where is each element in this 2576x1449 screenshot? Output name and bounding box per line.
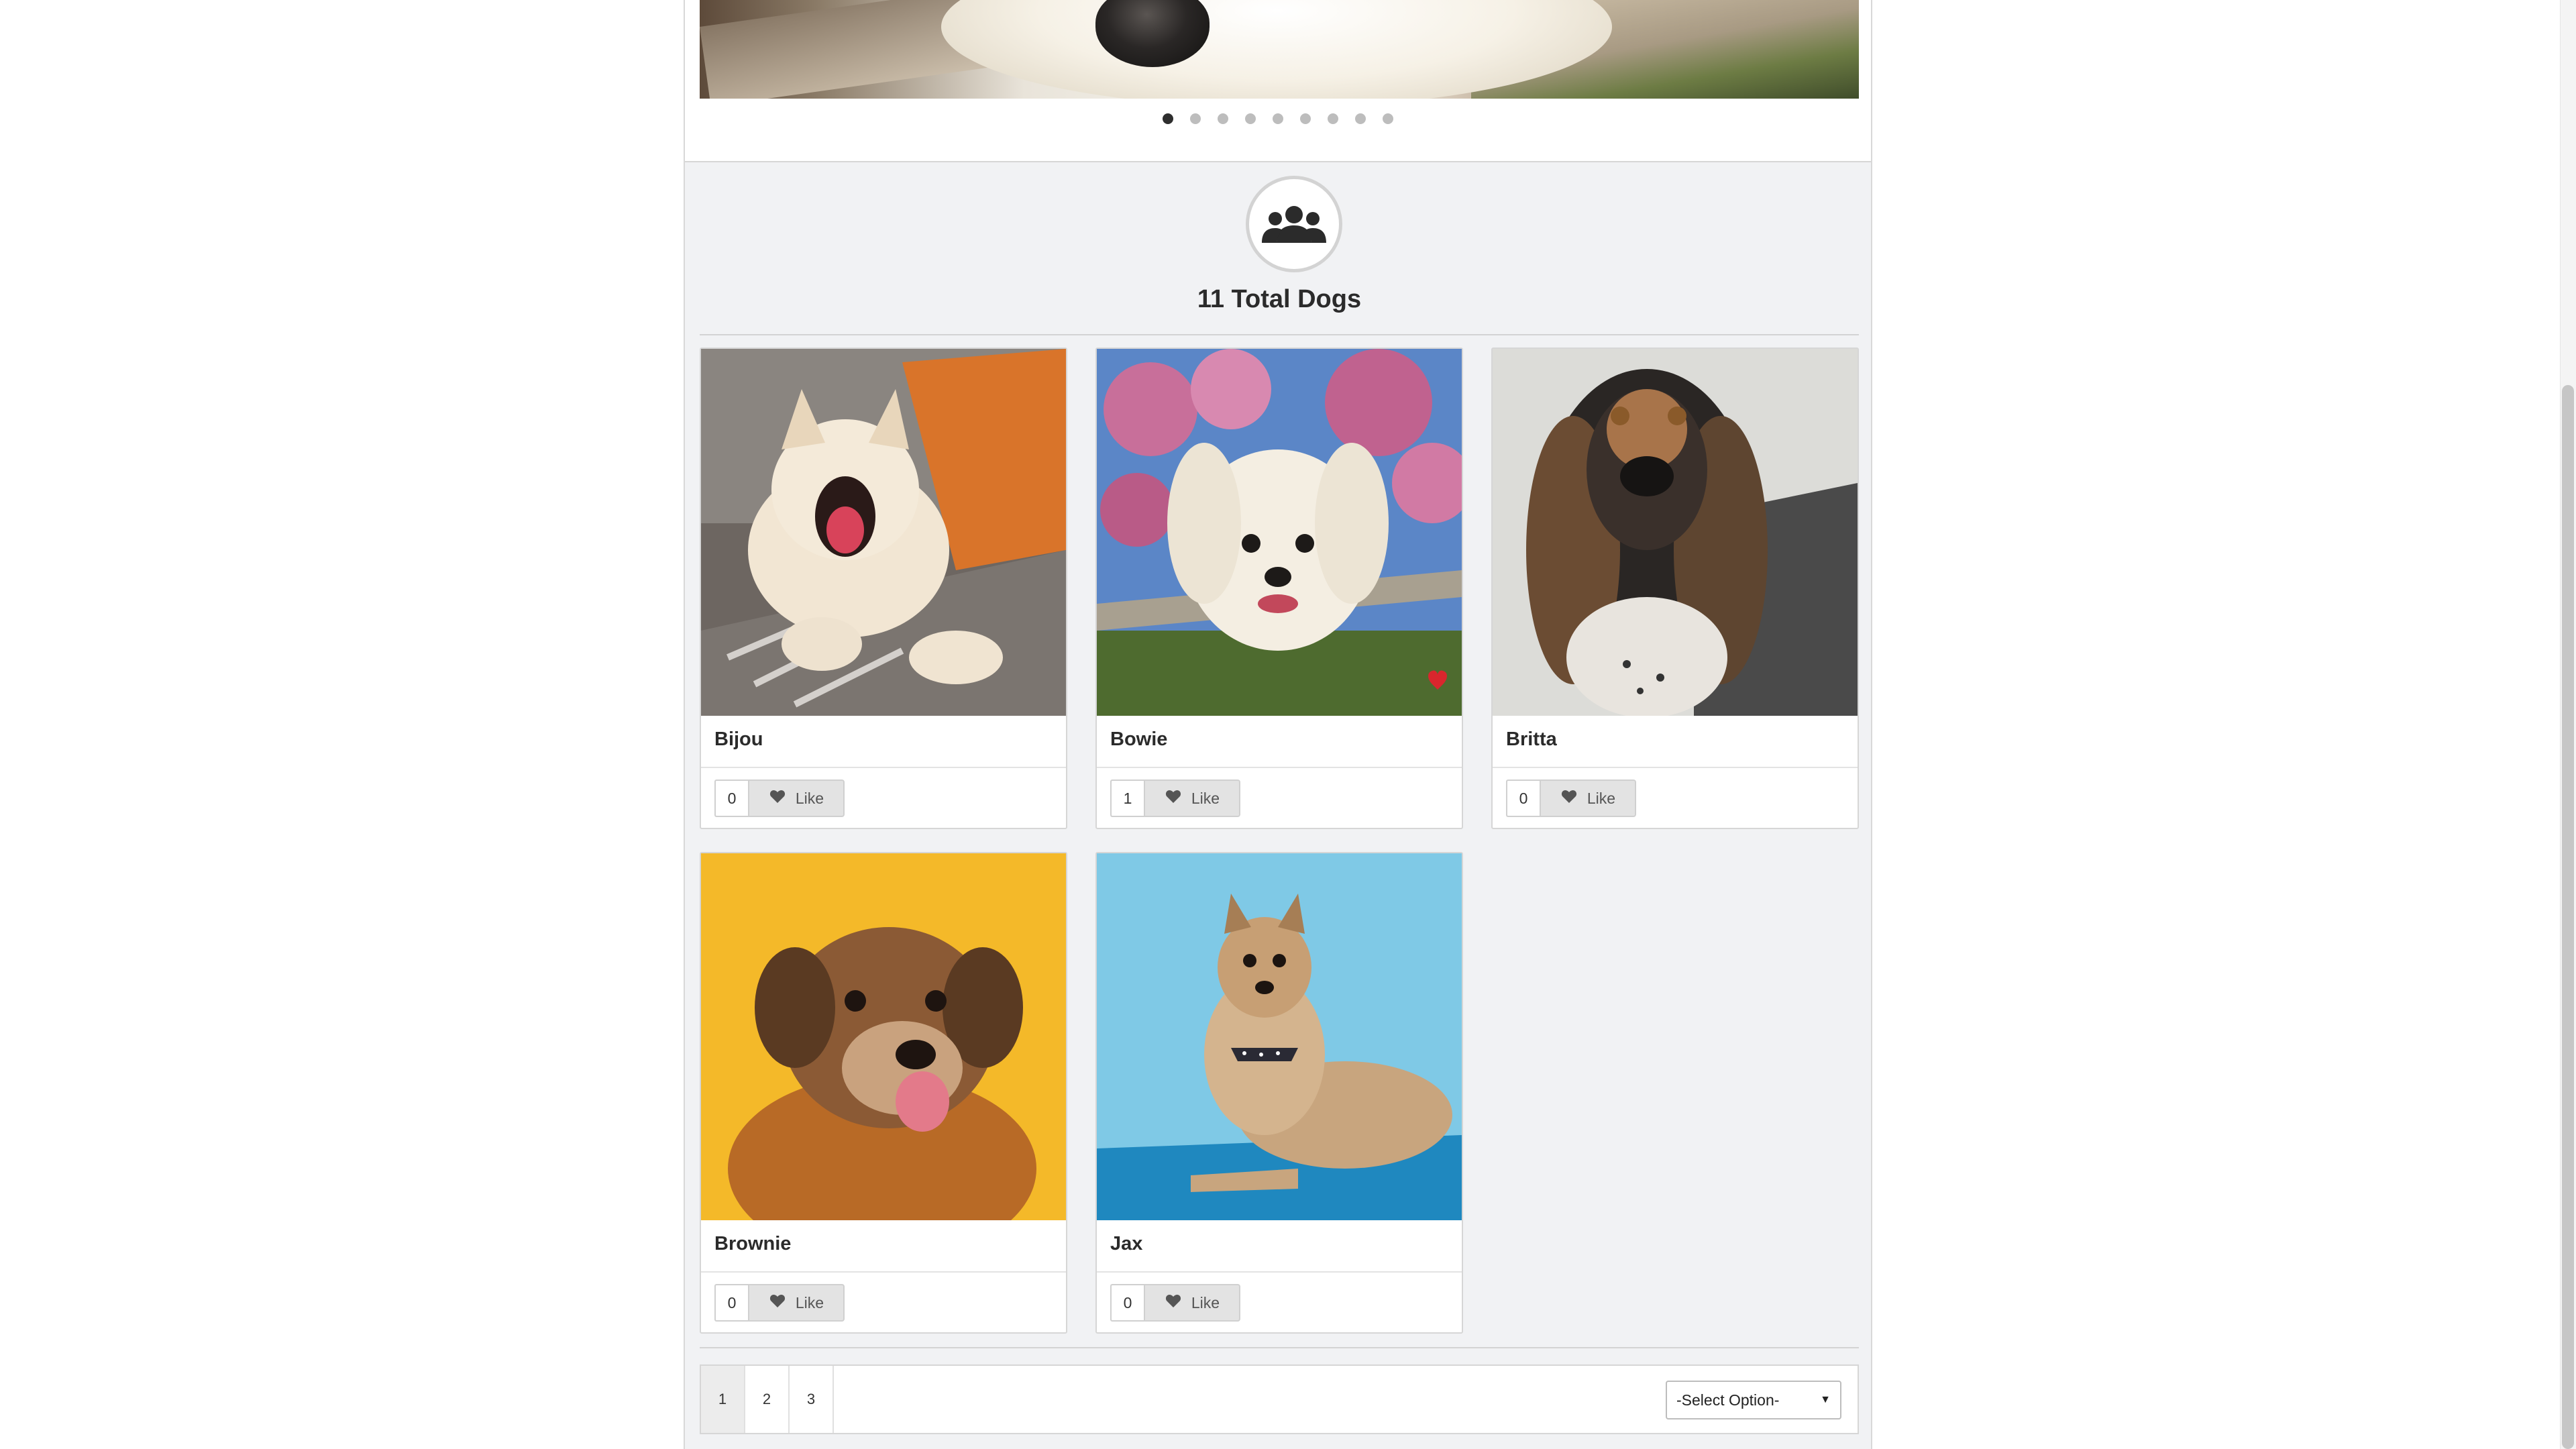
like-button[interactable]: Like xyxy=(1144,780,1240,817)
carousel-dot[interactable] xyxy=(1273,113,1283,124)
dog-photo[interactable] xyxy=(1097,853,1462,1220)
total-dogs-header: 11 Total Dogs xyxy=(700,161,1859,335)
scrollbar-thumb[interactable] xyxy=(2562,385,2574,1449)
like-label: Like xyxy=(795,789,824,807)
carousel-dot[interactable] xyxy=(1328,113,1338,124)
heart-icon xyxy=(1165,1293,1182,1312)
dog-photo[interactable] xyxy=(701,349,1066,716)
like-label: Like xyxy=(1191,789,1220,807)
like-button[interactable]: Like xyxy=(748,1284,845,1322)
like-control: 1 Like xyxy=(1110,780,1240,817)
like-count: 1 xyxy=(1110,780,1144,817)
dog-card[interactable]: Brownie 0 Like xyxy=(700,852,1067,1334)
users-group-icon xyxy=(1246,176,1342,272)
photo-carousel[interactable] xyxy=(685,0,1871,162)
carousel-dot[interactable] xyxy=(1245,113,1256,124)
dog-name: Britta xyxy=(1506,729,1557,750)
carousel-dot[interactable] xyxy=(1190,113,1201,124)
carousel-slide-image xyxy=(700,0,1859,99)
divider xyxy=(700,1347,1859,1348)
heart-icon xyxy=(769,789,786,808)
like-label: Like xyxy=(1191,1293,1220,1311)
like-count: 0 xyxy=(1110,1284,1144,1322)
page-link-3[interactable]: 3 xyxy=(790,1366,834,1433)
like-control: 0 Like xyxy=(1110,1284,1240,1322)
carousel-dot[interactable] xyxy=(1355,113,1366,124)
dog-card[interactable]: Britta 0 Like xyxy=(1491,347,1859,829)
carousel-dot[interactable] xyxy=(1383,113,1393,124)
like-count: 0 xyxy=(714,780,748,817)
page-container: 11 Total Dogs Bijou 0 Like Bowie 1 Like … xyxy=(684,0,1872,1449)
like-button[interactable]: Like xyxy=(1144,1284,1240,1322)
dog-name: Bijou xyxy=(714,729,763,750)
heart-icon xyxy=(769,1293,786,1312)
pagination-bar: 1 2 3 -Select Option- ▼ xyxy=(700,1364,1859,1434)
carousel-indicators xyxy=(685,113,1871,127)
like-control: 0 Like xyxy=(714,1284,845,1322)
page-link-2[interactable]: 2 xyxy=(745,1366,790,1433)
like-control: 0 Like xyxy=(1506,780,1636,817)
page-link-1[interactable]: 1 xyxy=(701,1366,745,1433)
like-count: 0 xyxy=(714,1284,748,1322)
pagination: 1 2 3 xyxy=(701,1366,834,1433)
dog-photo[interactable] xyxy=(1493,349,1858,716)
heart-icon xyxy=(1560,789,1578,808)
carousel-dot[interactable] xyxy=(1300,113,1311,124)
dog-photo[interactable] xyxy=(1097,349,1462,716)
heart-icon xyxy=(1165,789,1182,808)
dog-name: Bowie xyxy=(1110,729,1168,750)
dog-card[interactable]: Jax 0 Like xyxy=(1095,852,1463,1334)
total-dogs-title: 11 Total Dogs xyxy=(1197,285,1362,313)
dog-card[interactable]: Bijou 0 Like xyxy=(700,347,1067,829)
dog-card[interactable]: Bowie 1 Like xyxy=(1095,347,1463,829)
dog-name: Jax xyxy=(1110,1233,1143,1254)
like-label: Like xyxy=(795,1293,824,1311)
carousel-dot[interactable] xyxy=(1218,113,1228,124)
like-control: 0 Like xyxy=(714,780,845,817)
dog-name: Brownie xyxy=(714,1233,792,1254)
like-label: Like xyxy=(1587,789,1616,807)
like-button[interactable]: Like xyxy=(1540,780,1636,817)
caret-down-icon: ▼ xyxy=(1820,1394,1831,1405)
like-count: 0 xyxy=(1506,780,1540,817)
sort-select[interactable]: -Select Option- ▼ xyxy=(1666,1381,1841,1419)
dog-photo[interactable] xyxy=(701,853,1066,1220)
like-button[interactable]: Like xyxy=(748,780,845,817)
carousel-dot[interactable] xyxy=(1163,113,1173,124)
sort-select-value: -Select Option- xyxy=(1676,1391,1780,1409)
